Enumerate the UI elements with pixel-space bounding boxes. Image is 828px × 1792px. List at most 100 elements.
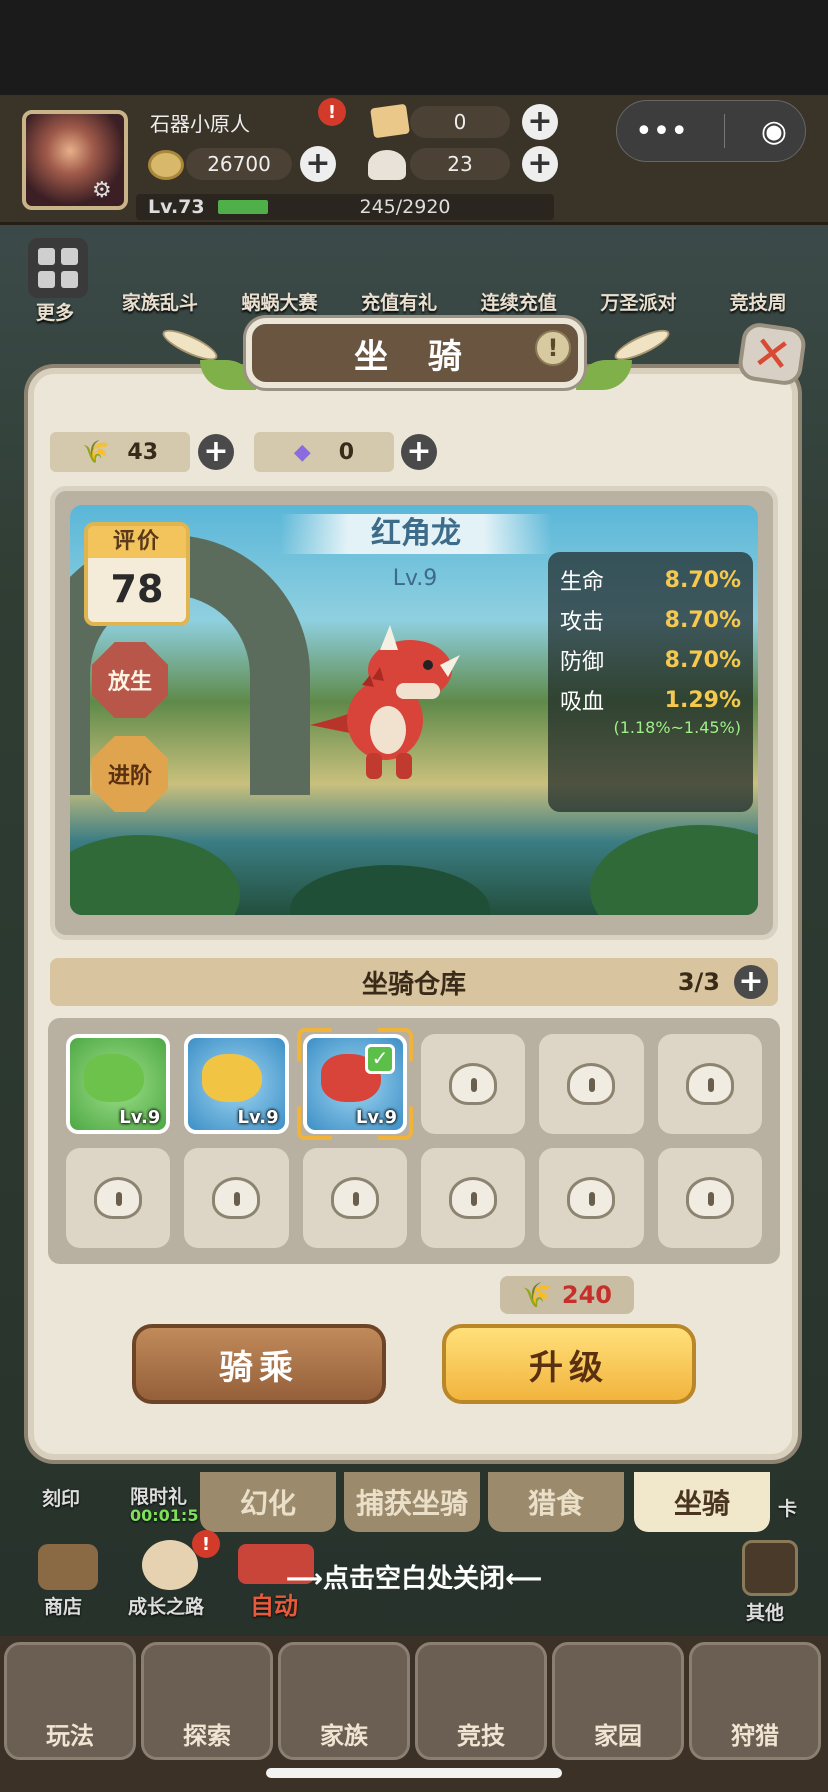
ticket-icon — [370, 103, 410, 139]
ride-button[interactable]: 骑乘 — [132, 1324, 386, 1404]
player-name-pill: 石器小原人 — [150, 106, 300, 138]
lock-icon — [567, 1177, 616, 1219]
stat-row-defense: 防御 8.70% — [560, 640, 741, 680]
coin-count: 26700 — [207, 152, 271, 176]
pet-level: Lv.9 — [237, 1107, 279, 1128]
stat-name: 生命 — [560, 570, 605, 595]
add-coins-button[interactable]: + — [300, 146, 336, 182]
warehouse-header: 坐骑仓库 3/3 + — [50, 958, 778, 1006]
nav-family[interactable]: 家族 — [278, 1642, 410, 1760]
add-ticket-button[interactable]: + — [522, 104, 558, 140]
home-indicator[interactable] — [266, 1768, 562, 1778]
event-arena-week[interactable]: 竞技周 — [703, 288, 813, 315]
info-icon[interactable]: ! — [535, 330, 571, 366]
tab-hunt[interactable]: 猎食 — [488, 1472, 624, 1532]
exit-target-icon[interactable]: ◉ — [761, 114, 787, 149]
locked-slot[interactable] — [66, 1148, 171, 1248]
stat-name: 吸血 — [560, 690, 605, 715]
nav-arena[interactable]: 竞技 — [415, 1642, 547, 1760]
locked-slot[interactable] — [184, 1148, 289, 1248]
nav-explore[interactable]: 探索 — [141, 1642, 273, 1760]
stat-value: 8.70% — [664, 647, 741, 673]
add-shells-button[interactable]: + — [522, 146, 558, 182]
stat-name: 防御 — [560, 650, 605, 675]
check-icon: ✓ — [365, 1044, 395, 1074]
locked-slot[interactable] — [657, 1034, 762, 1134]
selection-frame — [296, 1028, 413, 1140]
warehouse-grid: Lv.9 Lv.9 Lv.9 ✓ — [48, 1018, 780, 1264]
panel-title: 坐 骑 — [246, 318, 584, 388]
growth-label[interactable]: 成长之路 — [128, 1592, 204, 1619]
stat-row-lifesteal: 吸血 1.29% — [560, 680, 741, 720]
event-family-brawl[interactable]: 家族乱斗 — [105, 288, 215, 315]
advance-button[interactable]: 进阶 — [92, 736, 168, 812]
event-continuous-recharge[interactable]: 连续充值 — [464, 288, 574, 315]
mini-program-capsule: ••• ◉ — [616, 100, 806, 162]
lock-icon — [449, 1063, 498, 1105]
event-recharge-gift[interactable]: 充值有礼 — [344, 288, 454, 315]
locked-slot[interactable] — [421, 1148, 526, 1248]
mount-slot-selected[interactable]: Lv.9 ✓ — [296, 1028, 413, 1140]
lock-icon — [685, 1177, 734, 1219]
wheat-count: 43 — [127, 439, 159, 465]
bush-left — [70, 835, 240, 915]
settings-gear-icon[interactable]: ⚙ — [92, 178, 112, 203]
wheat-icon: 🌾 — [81, 439, 110, 465]
player-name: 石器小原人 — [150, 111, 250, 136]
tab-mount[interactable]: 坐骑 — [634, 1472, 770, 1532]
mount-slot[interactable]: Lv.9 — [66, 1034, 171, 1134]
rating-value: 78 — [110, 567, 164, 611]
upgrade-button[interactable]: 升级 — [442, 1324, 696, 1404]
wheat-resource: 🌾 43 — [50, 432, 190, 472]
name-alert-badge[interactable]: ! — [318, 98, 346, 126]
add-wheat-button[interactable]: + — [198, 434, 234, 470]
shell-count: 23 — [447, 152, 473, 176]
locked-slot[interactable] — [302, 1148, 407, 1248]
coin-counter: 26700 — [186, 148, 292, 180]
shell-icon — [368, 150, 406, 180]
engrave-label[interactable]: 刻印 — [42, 1484, 80, 1511]
nav-label: 探索 — [183, 1722, 231, 1750]
lock-icon — [567, 1063, 616, 1105]
menu-dots-icon[interactable]: ••• — [635, 114, 688, 149]
locked-slot[interactable] — [539, 1148, 644, 1248]
tab-transform[interactable]: 幻化 — [200, 1472, 336, 1532]
lifesteal-range: (1.18%~1.45%) — [613, 718, 741, 737]
crystal-resource: ◆ 0 — [254, 432, 394, 472]
limited-gift-timer: 00:01:5 — [130, 1506, 199, 1525]
player-avatar[interactable] — [22, 110, 128, 210]
pet-head — [202, 1054, 263, 1102]
lock-icon — [212, 1177, 261, 1219]
crystal-count: 0 — [338, 439, 355, 465]
stat-name: 攻击 — [560, 610, 605, 635]
lock-icon — [685, 1063, 734, 1105]
close-hint[interactable]: ⟶点击空白处关闭⟵ — [0, 1558, 828, 1595]
close-button[interactable]: ✕ — [736, 320, 808, 388]
shop-label[interactable]: 商店 — [44, 1592, 82, 1619]
stats-panel: 生命 8.70% 攻击 8.70% 防御 8.70% 吸血 1.29% (1.18%~1… — [548, 552, 753, 812]
locked-slot[interactable] — [539, 1034, 644, 1134]
mount-name: 红角龙 — [280, 514, 552, 554]
lock-icon — [94, 1177, 143, 1219]
card-label[interactable]: 卡 — [778, 1494, 797, 1521]
nav-home[interactable]: 家园 — [552, 1642, 684, 1760]
nav-hunting[interactable]: 狩猎 — [689, 1642, 821, 1760]
mount-slot[interactable]: Lv.9 — [184, 1034, 289, 1134]
nav-gameplay[interactable]: 玩法 — [4, 1642, 136, 1760]
bush-mid — [290, 865, 490, 915]
event-halloween-party[interactable]: 万圣派对 — [583, 288, 693, 315]
release-button[interactable]: 放生 — [92, 642, 168, 718]
locked-slot[interactable] — [421, 1034, 526, 1134]
stat-row-hp: 生命 8.70% — [560, 560, 741, 600]
locked-slot[interactable] — [657, 1148, 762, 1248]
stat-value: 8.70% — [664, 607, 741, 633]
add-crystal-button[interactable]: + — [401, 434, 437, 470]
upgrade-cost: 🌾 240 — [500, 1276, 634, 1314]
stat-row-attack: 攻击 8.70% — [560, 600, 741, 640]
expand-warehouse-button[interactable]: + — [734, 965, 768, 999]
other-label[interactable]: 其他 — [746, 1598, 784, 1625]
event-snail-race[interactable]: 蜗蜗大赛 — [224, 288, 334, 315]
limited-gift-label[interactable]: 限时礼 — [130, 1482, 187, 1509]
pet-head — [84, 1054, 144, 1102]
tab-capture-mount[interactable]: 捕获坐骑 — [344, 1472, 480, 1532]
